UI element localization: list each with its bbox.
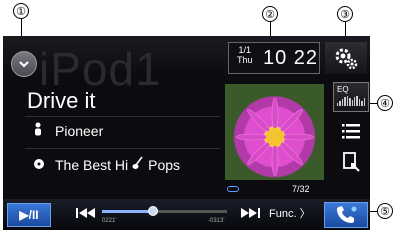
settings-button[interactable] xyxy=(325,42,367,74)
play-pause-button[interactable]: ▶/II xyxy=(7,203,51,227)
source-select-button[interactable] xyxy=(11,51,37,77)
chevron-down-icon xyxy=(19,61,29,68)
album-row: The Best Hi Pops xyxy=(33,156,180,173)
control-bar: ▶/II 0221' -0313' Func. 〉 xyxy=(3,199,370,230)
manual-figure: ① ② ③ ④ ⑤ iPod1 1/1 Thu 10 22 Drive it P… xyxy=(0,0,396,246)
eq-button[interactable]: EQ xyxy=(333,82,369,112)
callout-5: ⑤ xyxy=(377,203,393,219)
remaining-time: -0313' xyxy=(208,218,225,224)
callout-3: ③ xyxy=(337,6,353,22)
head-unit-screen: iPod1 1/1 Thu 10 22 Drive it Pioneer The… xyxy=(3,36,370,230)
gear-icon xyxy=(335,48,358,70)
seek-bar[interactable] xyxy=(102,206,227,216)
phone-icon xyxy=(337,206,357,223)
phone-search-button[interactable] xyxy=(337,150,365,174)
callout-2: ② xyxy=(262,6,278,22)
eq-label: EQ xyxy=(337,85,349,94)
album-name-tail: Pops xyxy=(148,156,181,173)
date-display: 1/1 Thu xyxy=(237,45,253,65)
track-counter: 7/32 xyxy=(292,184,310,194)
track-title: Drive it xyxy=(27,88,96,113)
function-label: Func. xyxy=(269,208,297,220)
date-value: 1/1 xyxy=(238,45,252,55)
eq-bars-icon xyxy=(337,96,366,106)
disc-icon xyxy=(33,157,49,173)
phone-button[interactable] xyxy=(324,202,368,228)
list-button[interactable] xyxy=(337,121,365,143)
divider xyxy=(25,148,220,149)
previous-track-icon[interactable] xyxy=(73,206,99,220)
person-icon xyxy=(33,122,49,139)
clock-button[interactable]: 1/1 Thu 10 22 xyxy=(228,42,320,74)
elapsed-time: 0221' xyxy=(102,218,117,224)
function-button[interactable]: Func. 〉 xyxy=(269,205,311,221)
repeat-icon[interactable] xyxy=(227,186,239,192)
album-name: The Best Hi xyxy=(55,156,129,173)
divider xyxy=(25,116,220,117)
seek-progress xyxy=(102,210,154,213)
chevron-right-icon: 〉 xyxy=(299,208,311,220)
callout-4: ④ xyxy=(377,95,393,111)
seek-knob[interactable] xyxy=(148,206,159,216)
weekday-value: Thu xyxy=(237,55,253,65)
artist-row: Pioneer xyxy=(33,122,103,139)
album-artwork[interactable] xyxy=(225,84,324,180)
list-icon xyxy=(342,124,360,139)
callout-1: ① xyxy=(13,3,29,19)
guitar-icon xyxy=(132,156,144,173)
time-value: 10 22 xyxy=(263,47,319,69)
next-track-icon[interactable] xyxy=(237,206,263,220)
artist-name: Pioneer xyxy=(55,122,104,139)
phone-list-icon xyxy=(343,152,360,172)
